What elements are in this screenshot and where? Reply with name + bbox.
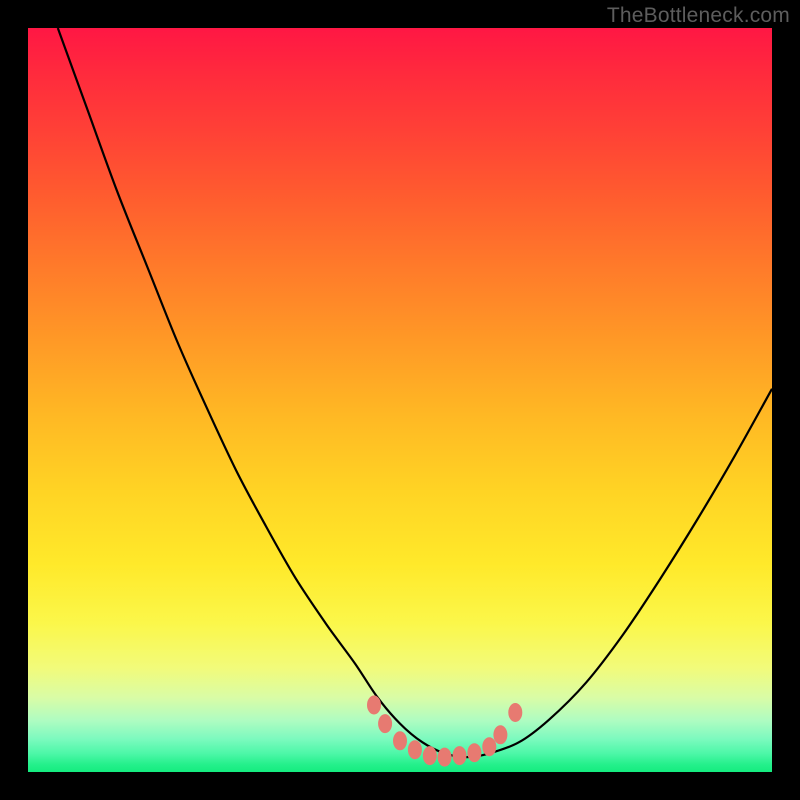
curve-marker <box>509 704 522 722</box>
curve-marker <box>423 747 436 765</box>
curve-layer <box>28 28 772 772</box>
flat-region-markers <box>368 696 522 766</box>
chart-frame: TheBottleneck.com <box>0 0 800 800</box>
curve-marker <box>368 696 381 714</box>
curve-marker <box>394 732 407 750</box>
curve-marker <box>408 741 421 759</box>
curve-marker <box>379 715 392 733</box>
bottleneck-curve <box>58 28 772 757</box>
curve-marker <box>483 738 496 756</box>
curve-marker <box>453 747 466 765</box>
curve-marker <box>494 726 507 744</box>
curve-marker <box>468 744 481 762</box>
plot-area <box>28 28 772 772</box>
watermark-text: TheBottleneck.com <box>607 4 790 28</box>
curve-marker <box>438 748 451 766</box>
